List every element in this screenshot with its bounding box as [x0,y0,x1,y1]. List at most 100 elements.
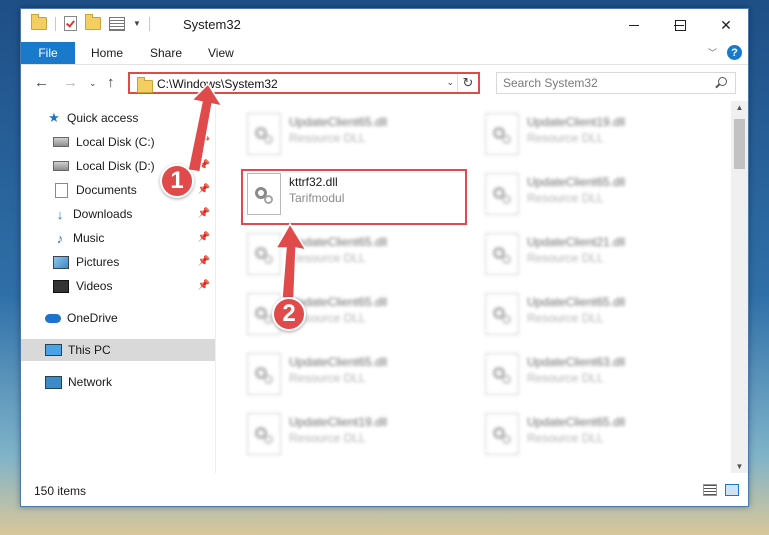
sidebar-item-label: Network [68,375,113,389]
tab-view[interactable]: View [208,46,234,60]
list-item[interactable]: UpdateClient63.dll Resource DLL [455,349,685,405]
step-1-badge: 1 [160,164,194,198]
up-arrow-icon[interactable]: ↑ [107,74,115,91]
file-description: Resource DLL [527,371,604,385]
file-name: UpdateClient65.dll [289,115,388,129]
sidebar-item-label: Music [73,231,105,245]
list-item[interactable]: UpdateClient21.dll Resource DLL [455,229,685,285]
sidebar-item-onedrive[interactable]: OneDrive [21,307,215,329]
search-box[interactable]: Search System32 [496,72,736,94]
sidebar-item-music[interactable]: ♪ Music 📌 [21,227,215,249]
list-item[interactable]: UpdateClient65.dll Resource DLL [455,289,685,345]
pin-icon: 📌 [197,136,210,147]
sidebar-item-label: Quick access [67,111,139,125]
properties-check-icon[interactable] [64,16,77,31]
file-description: Resource DLL [289,431,366,445]
address-dropdown-chevron-icon[interactable]: ⌄ [446,77,454,88]
scroll-down-icon[interactable]: ▼ [731,462,748,471]
toolbar-separator [148,16,150,31]
sidebar-item-label: Documents [76,183,137,197]
pin-icon: 📌 [197,232,210,243]
file-description: Resource DLL [527,311,604,325]
list-item[interactable]: UpdateClient65.dll Resource DLL [455,169,685,225]
navigation-bar: ← → ⌄ ↑ C:\Windows\System32 ⌄ ↻ Search S… [21,67,748,99]
file-name: UpdateClient65.dll [289,355,388,369]
file-name: UpdateClient21.dll [527,235,626,249]
dll-file-icon [485,353,519,395]
minimize-line-icon [629,24,639,26]
address-path[interactable]: C:\Windows\System32 [157,77,278,91]
tab-home[interactable]: Home [91,46,123,60]
folder-icon [31,14,47,30]
address-bar[interactable]: C:\Windows\System32 ⌄ ↻ [128,72,480,94]
back-arrow-icon[interactable]: ← [34,74,49,91]
search-placeholder[interactable]: Search System32 [503,76,598,90]
dll-file-icon [485,113,519,155]
pin-icon: 📌 [197,160,210,171]
sidebar-item-local-disk-c[interactable]: Local Disk (C:) 📌 [21,131,215,153]
file-name: UpdateClient65.dll [289,235,388,249]
music-icon: ♪ [56,230,64,246]
list-item[interactable]: UpdateClient65.dll Resource DLL [217,349,447,405]
pin-icon: 📌 [197,208,210,219]
new-folder-icon[interactable] [85,14,101,30]
file-name: UpdateClient65.dll [527,415,626,429]
customize-toolbar-chevron-icon[interactable]: ▼ [133,19,141,28]
forward-arrow-icon[interactable]: → [63,74,78,91]
scroll-thumb[interactable] [734,119,745,169]
pin-icon: 📌 [197,184,210,195]
file-description: Resource DLL [289,131,366,145]
file-name: UpdateClient63.dll [527,355,626,369]
pin-icon: 📌 [197,256,210,267]
step-2-badge: 2 [272,297,306,331]
dll-file-icon [485,173,519,215]
sidebar-item-videos[interactable]: Videos 📌 [21,275,215,297]
dll-file-icon [247,233,281,275]
refresh-icon[interactable]: ↻ [457,74,478,92]
star-icon: ★ [48,110,60,125]
file-list: UpdateClient65.dll Resource DLL UpdateCl… [217,101,731,473]
expand-ribbon-chevron-icon[interactable]: ﹀ [708,46,717,59]
quick-access-toolbar: ▼ [31,14,150,31]
list-item[interactable]: UpdateClient65.dll Resource DLL [217,109,447,165]
minimize-button-area[interactable] [611,9,657,41]
close-button[interactable]: ✕ [703,9,749,41]
navigation-pane: ★ Quick access Local Disk (C:) 📌 Local D… [21,101,215,473]
tab-file[interactable]: File [21,42,75,64]
sidebar-item-label: Videos [76,279,113,293]
list-item[interactable]: UpdateClient19.dll Resource DLL [455,109,685,165]
sidebar-item-label: Local Disk (C:) [76,135,155,149]
scroll-up-icon[interactable]: ▲ [731,103,748,112]
pictures-icon [53,255,69,269]
sidebar-item-pictures[interactable]: Pictures 📌 [21,251,215,273]
cloud-icon [45,313,61,323]
vertical-scrollbar[interactable]: ▲ ▼ [731,101,748,473]
sidebar-item-quick-access[interactable]: ★ Quick access [21,107,215,129]
network-icon [45,375,62,389]
sidebar-item-downloads[interactable]: ↓ Downloads 📌 [21,203,215,225]
toolbar-separator [55,16,56,31]
list-item[interactable]: UpdateClient65.dll Resource DLL [455,409,685,465]
sidebar-item-network[interactable]: Network [21,371,215,393]
download-icon: ↓ [56,206,64,222]
computer-icon [45,344,62,356]
sidebar-item-label: Downloads [73,207,133,221]
sidebar-item-this-pc[interactable]: This PC [21,339,215,361]
help-icon[interactable]: ? [727,45,742,60]
sidebar-item-label: Pictures [76,255,120,269]
documents-icon [55,182,68,198]
pane-divider[interactable] [215,101,216,473]
maximize-button-area[interactable] [657,9,703,41]
pin-icon: 📌 [197,280,210,291]
details-view-icon[interactable] [703,484,717,496]
ribbon-right-controls: ﹀ ? [708,45,742,60]
recent-locations-chevron-icon[interactable]: ⌄ [89,78,97,89]
list-item[interactable]: UpdateClient19.dll Resource DLL [217,409,447,465]
dll-file-icon [485,293,519,335]
large-icons-view-icon[interactable] [725,484,739,496]
list-item[interactable]: UpdateClient65.dll Resource DLL [217,289,447,345]
close-icon: ✕ [720,16,732,33]
list-item[interactable]: UpdateClient65.dll Resource DLL [217,229,447,285]
view-details-icon[interactable] [109,16,125,31]
tab-share[interactable]: Share [150,46,182,60]
